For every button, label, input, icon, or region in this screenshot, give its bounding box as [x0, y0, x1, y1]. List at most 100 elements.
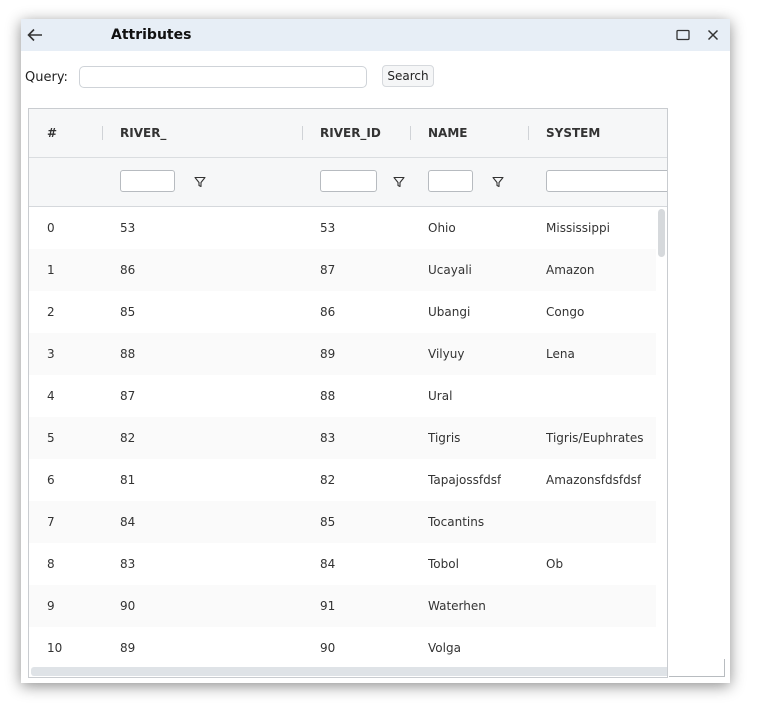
cell-name: Tobol: [428, 557, 459, 571]
cell-index: 8: [47, 557, 55, 571]
table-row[interactable]: 8 83 84 Tobol Ob: [29, 543, 656, 586]
cell-index: 3: [47, 347, 55, 361]
table-row[interactable]: 5 82 83 Tigris Tigris/Euphrates: [29, 417, 656, 460]
cell-system: Amazon: [546, 263, 595, 277]
cell-index: 1: [47, 263, 55, 277]
arrow-left-icon: [27, 28, 42, 42]
column-separator[interactable]: [410, 126, 411, 140]
table-row[interactable]: 4 87 88 Ural: [29, 375, 656, 418]
column-separator[interactable]: [528, 126, 529, 140]
search-button[interactable]: Search: [382, 65, 434, 87]
column-separator[interactable]: [102, 126, 103, 140]
cell-name: Waterhen: [428, 599, 486, 613]
table-row[interactable]: 0 53 53 Ohio Mississippi: [29, 207, 656, 250]
cell-system: Tigris/Euphrates: [546, 431, 644, 445]
column-header-index[interactable]: #: [47, 109, 57, 157]
cell-name: Volga: [428, 641, 461, 655]
cell-name: Ohio: [428, 221, 456, 235]
cell-river: 53: [120, 221, 136, 235]
table-row[interactable]: 9 90 91 Waterhen: [29, 585, 656, 628]
table-row[interactable]: 2 85 86 Ubangi Congo: [29, 291, 656, 334]
cell-system: Congo: [546, 305, 585, 319]
cell-system: Amazonsfdsfdsf: [546, 473, 642, 487]
column-header-system[interactable]: SYSTEM: [546, 109, 600, 157]
cell-river-id: 91: [320, 599, 336, 613]
cell-index: 9: [47, 599, 55, 613]
cell-name: Tapajossfdsf: [428, 473, 502, 487]
cell-system: Ob: [546, 557, 564, 571]
attributes-window: Attributes Query: Search # RIVER_ RIVER_…: [21, 19, 730, 683]
cell-river-id: 84: [320, 557, 336, 571]
filter-input-name[interactable]: [428, 170, 473, 192]
cell-river-id: 82: [320, 473, 336, 487]
table-row[interactable]: 7 84 85 Tocantins: [29, 501, 656, 544]
cell-river: 90: [120, 599, 136, 613]
back-button[interactable]: [25, 25, 45, 45]
horizontal-scrollbar[interactable]: [29, 665, 667, 677]
cell-river: 85: [120, 305, 136, 319]
cell-system: Mississippi: [546, 221, 610, 235]
cell-index: 7: [47, 515, 55, 529]
cell-river: 84: [120, 515, 136, 529]
column-header-river[interactable]: RIVER_: [120, 109, 166, 157]
cell-name: Ubangi: [428, 305, 471, 319]
cell-river-id: 86: [320, 305, 336, 319]
column-header-name[interactable]: NAME: [428, 109, 467, 157]
cell-river-id: 85: [320, 515, 336, 529]
cell-river: 87: [120, 389, 136, 403]
cell-name: Tocantins: [428, 515, 485, 529]
horizontal-scrollbar-thumb[interactable]: [31, 667, 667, 676]
filter-icon: [194, 176, 206, 188]
cell-index: 6: [47, 473, 55, 487]
cell-river-id: 53: [320, 221, 336, 235]
cell-river: 82: [120, 431, 136, 445]
filter-icon: [492, 176, 504, 188]
vertical-scrollbar[interactable]: [656, 207, 667, 665]
cell-river-id: 89: [320, 347, 336, 361]
maximize-icon: [676, 29, 690, 41]
cell-river: 81: [120, 473, 136, 487]
filter-button-name[interactable]: [491, 175, 505, 189]
cell-name: Ural: [428, 389, 453, 403]
filter-input-river-id[interactable]: [320, 170, 377, 192]
maximize-button[interactable]: [673, 26, 693, 44]
cell-index: 2: [47, 305, 55, 319]
attribute-table: # RIVER_ RIVER_ID NAME SYSTEM 0 53 53 Oh…: [28, 108, 668, 678]
cell-name: Vilyuy: [428, 347, 465, 361]
column-header-river-id[interactable]: RIVER_ID: [320, 109, 381, 157]
cell-river: 83: [120, 557, 136, 571]
cell-index: 4: [47, 389, 55, 403]
cell-index: 5: [47, 431, 55, 445]
table-header: # RIVER_ RIVER_ID NAME SYSTEM: [29, 109, 667, 207]
cell-name: Tigris: [428, 431, 461, 445]
cell-river: 86: [120, 263, 136, 277]
column-header-row: # RIVER_ RIVER_ID NAME SYSTEM: [29, 109, 667, 158]
query-label: Query:: [25, 70, 68, 85]
filter-input-river[interactable]: [120, 170, 175, 192]
table-row[interactable]: 6 81 82 Tapajossfdsf Amazonsfdsfdsf: [29, 459, 656, 502]
table-row[interactable]: 1 86 87 Ucayali Amazon: [29, 249, 656, 292]
vertical-scrollbar-thumb[interactable]: [658, 209, 665, 257]
close-icon: [707, 29, 719, 41]
filter-input-system[interactable]: [546, 170, 667, 192]
table-row[interactable]: 3 88 89 Vilyuy Lena: [29, 333, 656, 376]
query-input[interactable]: [79, 66, 367, 88]
cell-river-id: 83: [320, 431, 336, 445]
cell-river-id: 90: [320, 641, 336, 655]
cell-index: 10: [47, 641, 63, 655]
close-button[interactable]: [703, 25, 723, 45]
cell-river-id: 88: [320, 389, 336, 403]
resize-edge: [669, 676, 725, 677]
column-separator[interactable]: [302, 126, 303, 140]
filter-button-river-id[interactable]: [392, 175, 406, 189]
cell-index: 0: [47, 221, 55, 235]
table-row[interactable]: 10 89 90 Volga: [29, 627, 656, 665]
cell-name: Ucayali: [428, 263, 472, 277]
filter-button-river[interactable]: [193, 175, 207, 189]
filter-icon: [393, 176, 405, 188]
cell-river-id: 87: [320, 263, 336, 277]
resize-edge: [724, 659, 725, 677]
window-title: Attributes: [111, 27, 192, 43]
title-bar: Attributes: [21, 19, 730, 51]
filter-row: [29, 158, 667, 206]
